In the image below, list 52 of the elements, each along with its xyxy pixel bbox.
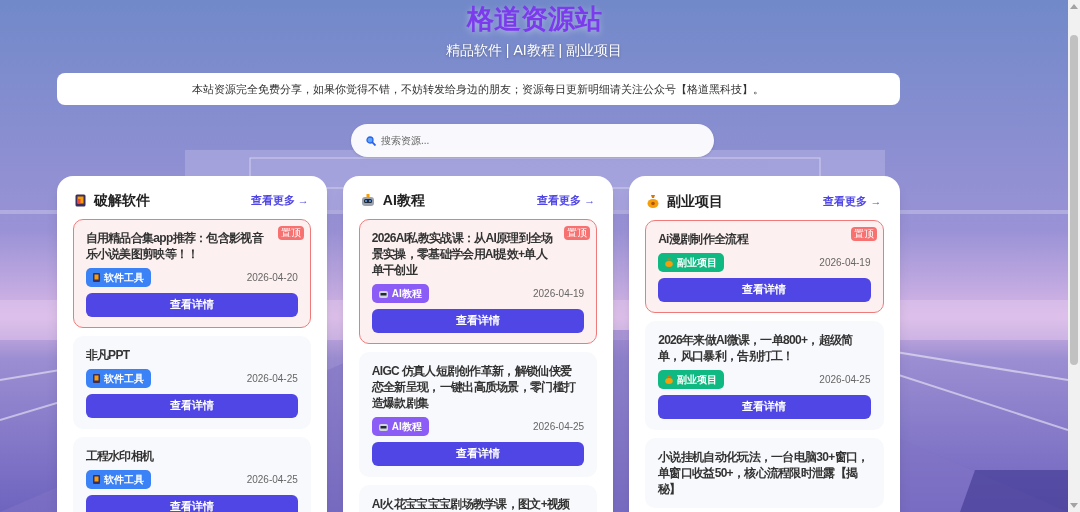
view-details-button[interactable]: 查看详情 xyxy=(85,495,298,512)
view-details-button[interactable]: 查看详情 xyxy=(658,278,871,302)
date-text: 2026-04-20 xyxy=(246,271,298,285)
tag-label: 软件工具 xyxy=(103,473,144,487)
view-details-button[interactable]: 查看详情 xyxy=(85,394,298,418)
notice-banner: 本站资源完全免费分享，如果你觉得不错，不妨转发给身边的朋友；资源每日更新明细请关注公众号【格道黑科技】。 xyxy=(56,73,900,105)
resource-title[interactable]: 2026AI私教实战课：从AI原理到全场景实操，零基础学会用AI提效+单人单干创业 xyxy=(371,230,561,278)
resource-card[interactable]: 2026AI私教实战课：从AI原理到全场景实操，零基础学会用AI提效+单人单干创业 置顶 AI教程 2026-04-19 查看详情 xyxy=(358,219,598,344)
resource-card[interactable]: 自用精品合集app推荐：包含影视音乐小说美图剪映等！！ 置顶 软件工具 2026-04-20 查看详情 xyxy=(72,219,311,328)
view-more-link[interactable]: 查看更多 → xyxy=(537,192,596,209)
tag-label: AI教程 xyxy=(391,420,422,434)
search-field[interactable]: 搜索资源... xyxy=(351,124,714,157)
tag-label: AI教程 xyxy=(391,287,422,301)
pinned-badge: 置顶 xyxy=(850,227,877,241)
tag-label: 软件工具 xyxy=(103,372,144,386)
site-subtitle: 精品软件 | AI教程 | 副业项目 xyxy=(445,41,623,59)
resource-card[interactable]: AIGC 仿真人短剧创作革新，解锁仙侠爱恋全新呈现，一键出高质场景，零门槛打造爆款剧集 AI教程 2026-04-25 查看详情 xyxy=(358,352,598,477)
resource-title[interactable]: AI火花宝宝宝宝剧场教学课，图文+视频 xyxy=(371,496,585,512)
pinned-badge: 置顶 xyxy=(564,226,591,240)
site-title: 格道资源站 xyxy=(466,3,602,36)
date-text: 2026-04-19 xyxy=(819,256,871,270)
resource-card[interactable]: 小说挂机自动化玩法，一台电脑30+窗口，单窗口收益50+，核心流程限时泄露【揭秘】 xyxy=(645,438,884,508)
resource-title[interactable]: 非凡PPT xyxy=(85,347,298,363)
section-title: AI教程 xyxy=(382,191,425,210)
date-text: 2026-04-25 xyxy=(246,473,298,487)
date-text: 2026-04-25 xyxy=(246,372,298,386)
resource-card[interactable]: AI火花宝宝宝宝剧场教学课，图文+视频 xyxy=(358,485,598,512)
resource-title[interactable]: 工程水印相机 xyxy=(85,448,298,464)
view-details-button[interactable]: 查看详情 xyxy=(371,309,585,333)
date-text: 2026-04-25 xyxy=(533,420,585,434)
section-title: 破解软件 xyxy=(93,191,150,210)
section-title: 副业项目 xyxy=(667,191,724,211)
tag-label: 软件工具 xyxy=(103,271,144,285)
resource-title[interactable]: 小说挂机自动化玩法，一台电脑30+窗口，单窗口收益50+，核心流程限时泄露【揭秘】 xyxy=(658,449,871,497)
resource-card[interactable]: 工程水印相机 软件工具 2026-04-25 查看详情 xyxy=(72,437,311,512)
resource-title[interactable]: 2026年来做AI微课，一单800+，超级简单，风口暴利，告别打工！ xyxy=(658,332,871,364)
date-text: 2026-04-25 xyxy=(819,373,871,387)
view-details-button[interactable]: 查看详情 xyxy=(658,395,871,419)
resource-card[interactable]: 非凡PPT 软件工具 2026-04-25 查看详情 xyxy=(72,336,311,429)
view-more-link[interactable]: 查看更多 → xyxy=(250,192,309,209)
resource-card[interactable]: Ai漫剧制作全流程 置顶 副业项目 2026-04-19 查看详情 xyxy=(645,220,884,313)
resource-title[interactable]: 自用精品合集app推荐：包含影视音乐小说美图剪映等！！ xyxy=(85,230,274,262)
pinned-badge: 置顶 xyxy=(277,226,304,240)
resource-title[interactable]: Ai漫剧制作全流程 xyxy=(658,231,847,247)
resource-title[interactable]: AIGC 仿真人短剧创作革新，解锁仙侠爱恋全新呈现，一键出高质场景，零门槛打造爆款剧集 xyxy=(371,363,585,411)
date-text: 2026-04-19 xyxy=(533,287,585,301)
tag-label: 副业项目 xyxy=(677,256,718,270)
view-details-button[interactable]: 查看详情 xyxy=(85,293,298,317)
resource-card[interactable]: 2026年来做AI微课，一单800+，超级简单，风口暴利，告别打工！ 副业项目 2026-04-25 查看详情 xyxy=(645,321,884,430)
tag-label: 副业项目 xyxy=(677,373,718,387)
view-details-button[interactable]: 查看详情 xyxy=(371,442,585,466)
view-more-link[interactable]: 查看更多 → xyxy=(823,192,882,210)
